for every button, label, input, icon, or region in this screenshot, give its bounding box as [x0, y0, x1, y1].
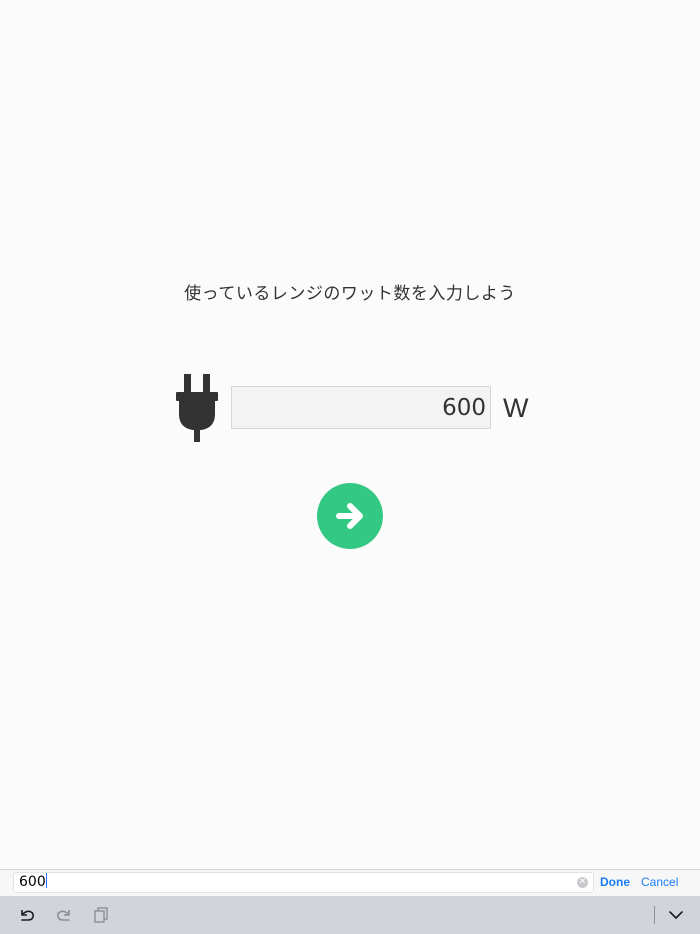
- unit-label: W: [503, 393, 529, 423]
- done-button[interactable]: Done: [600, 875, 630, 889]
- plug-icon: [176, 374, 218, 442]
- input-accessory-bar: 600 ✕ Done Cancel: [0, 869, 700, 896]
- arrow-right-icon: [336, 503, 363, 529]
- page: 使っているレンジのワット数を入力しよう 600 W 600 ✕ Done Can…: [0, 0, 700, 934]
- cancel-button[interactable]: Cancel: [641, 875, 678, 889]
- wattage-value: 600: [442, 394, 486, 421]
- bar-divider: [654, 906, 655, 924]
- page-prompt: 使っているレンジのワット数を入力しよう: [184, 284, 516, 304]
- redo-icon[interactable]: [54, 905, 74, 925]
- next-button[interactable]: [317, 483, 383, 549]
- chevron-down-icon[interactable]: [666, 905, 686, 925]
- clear-icon[interactable]: ✕: [577, 877, 588, 888]
- undo-icon[interactable]: [17, 905, 37, 925]
- text-caret: [45, 873, 47, 888]
- accessory-field-value: 600: [19, 874, 46, 890]
- accessory-text-field[interactable]: 600 ✕: [13, 872, 594, 893]
- paste-icon[interactable]: [91, 905, 111, 925]
- wattage-input[interactable]: 600: [231, 386, 491, 429]
- keyboard-shortcut-bar: [0, 896, 700, 934]
